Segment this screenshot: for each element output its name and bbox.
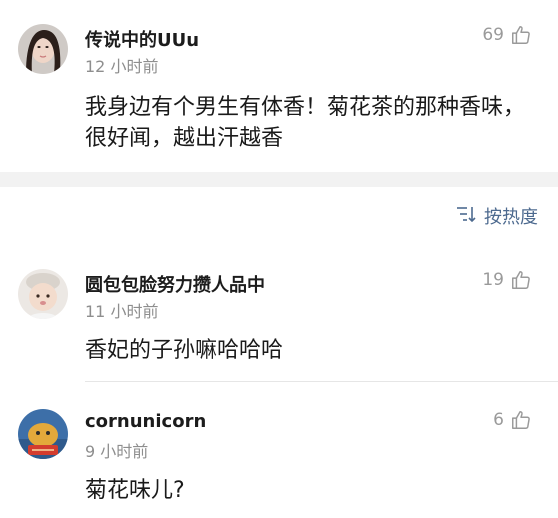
section-divider — [0, 172, 558, 187]
avatar[interactable] — [18, 24, 68, 74]
username[interactable]: 传说中的UUu — [85, 26, 199, 52]
thumbs-up-icon — [510, 409, 532, 431]
row-divider — [85, 381, 558, 382]
comment-text: 菊花味儿? — [85, 478, 185, 503]
comment-item: cornunicorn 9 小时前 6 菊花味儿? — [0, 395, 558, 518]
like-button[interactable]: 69 — [482, 24, 532, 46]
sort-button[interactable]: 按热度 — [456, 203, 538, 229]
comment-text: 香妃的子孙嘛哈哈哈 — [85, 338, 284, 363]
comment-text: 我身边有个男生有体香！菊花茶的那种香味，很好闻，越出汗越香 — [85, 95, 526, 151]
avatar[interactable] — [18, 409, 68, 459]
like-button[interactable]: 19 — [482, 269, 532, 291]
thumbs-up-icon — [510, 269, 532, 291]
comment-item: 传说中的UUu 12 小时前 69 我身边有个男生有体香！菊花茶的那种香味，很好… — [0, 0, 558, 172]
thumbs-up-icon — [510, 24, 532, 46]
avatar[interactable] — [18, 269, 68, 319]
comment-item: 圆包包脸努力攒人品中 11 小时前 19 香妃的子孙嘛哈哈哈 — [0, 255, 558, 380]
username[interactable]: 圆包包脸努力攒人品中 — [85, 271, 265, 297]
like-count: 6 — [493, 410, 504, 430]
username[interactable]: cornunicorn — [85, 411, 206, 432]
sort-icon — [456, 206, 478, 227]
comment-time: 12 小时前 — [85, 57, 159, 76]
sort-label: 按热度 — [484, 207, 538, 228]
like-count: 19 — [482, 270, 504, 290]
comment-time: 11 小时前 — [85, 302, 159, 321]
like-button[interactable]: 6 — [493, 409, 532, 431]
comment-time: 9 小时前 — [85, 442, 149, 461]
like-count: 69 — [482, 25, 504, 45]
